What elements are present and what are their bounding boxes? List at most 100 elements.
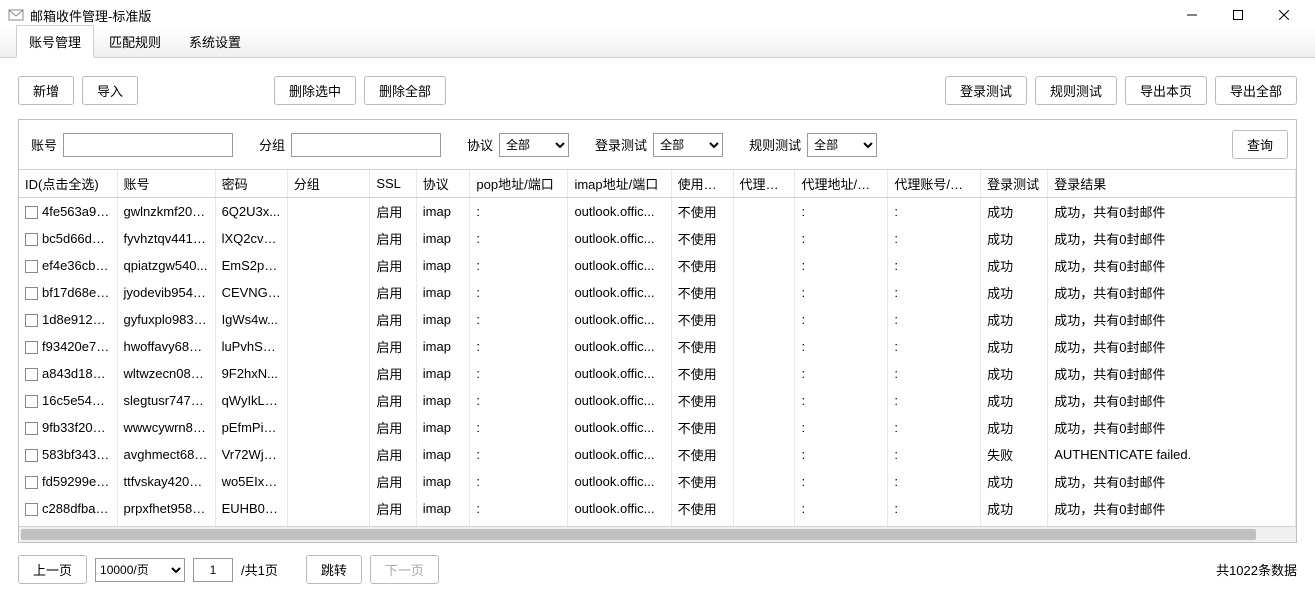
table-row[interactable]: 16c5e54c8...slegtusr7472...qWyIkLJ...启用i…: [19, 387, 1296, 414]
cell-ssl: 启用: [370, 252, 416, 279]
table-row[interactable]: 4fe563a988...gwlnzkmf209...6Q2U3x...启用im…: [19, 198, 1296, 226]
export-all-button[interactable]: 导出全部: [1215, 76, 1297, 105]
cell-ssl: 启用: [370, 198, 416, 226]
page-number-input[interactable]: [193, 558, 233, 582]
group-input[interactable]: [291, 133, 441, 157]
cell-acct: gwlnzkmf209...: [117, 198, 215, 226]
column-header[interactable]: 代理类型: [733, 170, 795, 198]
cell-ptype: [733, 360, 795, 387]
column-header[interactable]: 账号: [117, 170, 215, 198]
cell-ptype: [733, 387, 795, 414]
table-row[interactable]: f93420e763...hwoffavy6814...luPvhS7...启用…: [19, 333, 1296, 360]
row-checkbox[interactable]: [25, 314, 38, 327]
cell-id: bc5d66d12...: [19, 225, 117, 252]
app-icon: [8, 7, 24, 23]
rule-test-button[interactable]: 规则测试: [1035, 76, 1117, 105]
cell-grp: [287, 468, 370, 495]
prev-page-button[interactable]: 上一页: [18, 555, 87, 584]
column-header[interactable]: 密码: [215, 170, 287, 198]
cell-proxy: 不使用: [671, 225, 733, 252]
column-header[interactable]: 代理地址/端口: [795, 170, 888, 198]
table-row[interactable]: 9fb33f208a...wwwcywrn84...pEfmPi7...启用im…: [19, 414, 1296, 441]
row-checkbox[interactable]: [25, 503, 38, 516]
delete-all-button[interactable]: 删除全部: [364, 76, 446, 105]
minimize-button[interactable]: [1169, 0, 1215, 30]
row-checkbox[interactable]: [25, 260, 38, 273]
table-row[interactable]: c288dfba1...prpxfhet9582...EUHB0q...启用im…: [19, 495, 1296, 522]
cell-pop: :: [470, 198, 568, 226]
account-input[interactable]: [63, 133, 233, 157]
cell-pop: :: [470, 495, 568, 522]
tab-settings[interactable]: 系统设置: [176, 25, 254, 57]
column-header[interactable]: 登录结果: [1048, 170, 1296, 198]
cell-id: ef4e36cbcf...: [19, 252, 117, 279]
table-row[interactable]: 583bf3437...avghmect689...Vr72Wjk...启用im…: [19, 441, 1296, 468]
column-header[interactable]: 代理账号/密码: [888, 170, 981, 198]
row-checkbox[interactable]: [25, 449, 38, 462]
goto-button[interactable]: 跳转: [306, 555, 362, 584]
cell-grp: [287, 495, 370, 522]
horizontal-scrollbar[interactable]: [19, 526, 1296, 542]
cell-pacct: :: [888, 333, 981, 360]
row-checkbox[interactable]: [25, 422, 38, 435]
cell-proto: imap: [416, 333, 470, 360]
row-checkbox[interactable]: [25, 287, 38, 300]
protocol-select[interactable]: 全部: [499, 133, 569, 157]
close-button[interactable]: [1261, 0, 1307, 30]
column-header[interactable]: pop地址/端口: [470, 170, 568, 198]
cell-result: 成功，共有0封邮件: [1048, 495, 1296, 522]
row-checkbox[interactable]: [25, 341, 38, 354]
column-header[interactable]: ID(点击全选): [19, 170, 117, 198]
page-size-select[interactable]: 10000/页: [95, 558, 185, 582]
cell-grp: [287, 360, 370, 387]
cell-proto: imap: [416, 279, 470, 306]
table-row[interactable]: 1d8e91258...gyfuxplo9837...IgWs4w...启用im…: [19, 306, 1296, 333]
cell-result: AUTHENTICATE failed.: [1048, 441, 1296, 468]
cell-proto: imap: [416, 252, 470, 279]
next-page-button[interactable]: 下一页: [370, 555, 439, 584]
cell-login: 成功: [981, 279, 1048, 306]
cell-proxy: 不使用: [671, 360, 733, 387]
tab-accounts[interactable]: 账号管理: [16, 25, 94, 58]
row-checkbox[interactable]: [25, 368, 38, 381]
cell-imap: outlook.offic...: [568, 333, 671, 360]
table-row[interactable]: fd59299e6...ttfvskay42045...wo5EIxY...启用…: [19, 468, 1296, 495]
login-test-button[interactable]: 登录测试: [945, 76, 1027, 105]
maximize-button[interactable]: [1215, 0, 1261, 30]
table-row[interactable]: bc5d66d12...fyvhztqv4419...lXQ2cvq...启用i…: [19, 225, 1296, 252]
cell-grp: [287, 333, 370, 360]
row-checkbox[interactable]: [25, 395, 38, 408]
add-button[interactable]: 新增: [18, 76, 74, 105]
login-test-select[interactable]: 全部: [653, 133, 723, 157]
cell-paddr: :: [795, 468, 888, 495]
login-test-label: 登录测试: [595, 135, 647, 154]
column-header[interactable]: SSL: [370, 170, 416, 198]
query-button[interactable]: 查询: [1232, 130, 1288, 159]
row-checkbox[interactable]: [25, 233, 38, 246]
table-scroll[interactable]: ID(点击全选)账号密码分组SSL协议pop地址/端口imap地址/端口使用代理…: [19, 169, 1296, 526]
cell-grp: [287, 306, 370, 333]
tab-rules[interactable]: 匹配规则: [96, 25, 174, 57]
cell-result: 成功，共有0封邮件: [1048, 387, 1296, 414]
cell-login: 成功: [981, 360, 1048, 387]
row-checkbox[interactable]: [25, 476, 38, 489]
cell-proxy: 不使用: [671, 306, 733, 333]
cell-ptype: [733, 468, 795, 495]
column-header[interactable]: 协议: [416, 170, 470, 198]
column-header[interactable]: 分组: [287, 170, 370, 198]
cell-pacct: :: [888, 468, 981, 495]
delete-selected-button[interactable]: 删除选中: [274, 76, 356, 105]
import-button[interactable]: 导入: [82, 76, 138, 105]
cell-pop: :: [470, 279, 568, 306]
column-header[interactable]: 登录测试: [981, 170, 1048, 198]
window-controls: [1169, 0, 1307, 30]
cell-paddr: :: [795, 360, 888, 387]
table-row[interactable]: a843d187d...wltwzecn0847...9F2hxN...启用im…: [19, 360, 1296, 387]
column-header[interactable]: imap地址/端口: [568, 170, 671, 198]
export-page-button[interactable]: 导出本页: [1125, 76, 1207, 105]
column-header[interactable]: 使用代理: [671, 170, 733, 198]
row-checkbox[interactable]: [25, 206, 38, 219]
table-row[interactable]: bf17d68e3...jyodevib9541...CEVNGx...启用im…: [19, 279, 1296, 306]
rule-test-select[interactable]: 全部: [807, 133, 877, 157]
table-row[interactable]: ef4e36cbcf...qpiatzgw540...EmS2pu...启用im…: [19, 252, 1296, 279]
